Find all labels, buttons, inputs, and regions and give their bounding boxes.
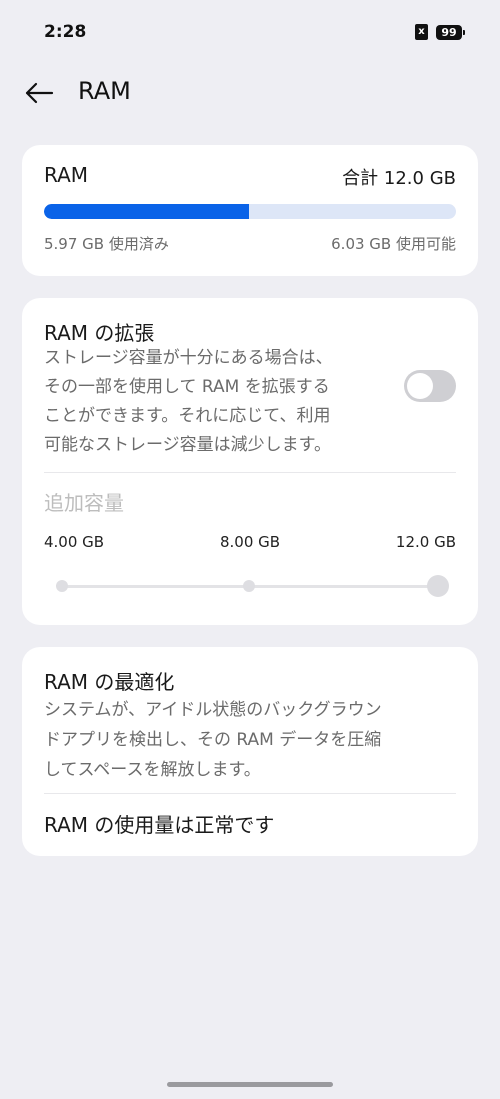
ram-available: 6.03 GB 使用可能 (331, 235, 456, 253)
description-line: システムが、アイドル状態のバックグラウン (44, 700, 382, 720)
ram-optimization-title: RAM の最適化 (44, 670, 175, 694)
toggle-knob (407, 373, 433, 399)
ram-used: 5.97 GB 使用済み (44, 235, 169, 253)
description-line: その一部を使用して RAM を拡張する (44, 377, 330, 397)
ram-title: RAM (44, 163, 89, 187)
ram-usage-card: RAM 合計 12.0 GB 5.97 GB 使用済み 6.03 GB 使用可能 (22, 145, 478, 276)
description-line: 可能なストレージ容量は減少します。 (44, 435, 331, 455)
status-time: 2:28 (44, 22, 87, 42)
back-button[interactable] (22, 76, 56, 110)
header: RAM (0, 68, 500, 118)
arrow-left-icon (25, 82, 54, 104)
status-bar: 2:28 x 99 (0, 0, 500, 66)
capacity-slider-stop (243, 580, 255, 592)
ram-total: 合計 12.0 GB (342, 168, 456, 189)
ram-expansion-card: RAM の拡張 ストレージ容量が十分にある場合は、 その一部を使用して RAM … (22, 298, 478, 625)
capacity-tick-8gb: 8.00 GB (220, 533, 281, 551)
page-title: RAM (78, 77, 131, 105)
ram-optimization-card: RAM の最適化 システムが、アイドル状態のバックグラウン ドアプリを検出し、そ… (22, 647, 478, 856)
added-capacity-label: 追加容量 (44, 491, 124, 515)
home-indicator[interactable] (167, 1082, 333, 1087)
description-line: ストレージ容量が十分にある場合は、 (44, 348, 333, 368)
divider (44, 793, 456, 794)
battery-icon: 99 (436, 24, 465, 40)
ram-expansion-title: RAM の拡張 (44, 321, 155, 345)
description-line: ことができます。それに応じて、利用 (44, 406, 331, 426)
capacity-tick-12gb: 12.0 GB (395, 533, 456, 551)
divider (44, 472, 456, 473)
ram-expansion-toggle[interactable] (404, 370, 456, 402)
capacity-tick-4gb: 4.00 GB (44, 533, 105, 551)
ram-usage-status: RAM の使用量は正常です (44, 813, 275, 837)
description-line: してスペースを解放します。 (44, 760, 261, 780)
description-line: ドアプリを検出し、その RAM データを圧縮 (44, 730, 382, 750)
ram-usage-bar (44, 204, 456, 219)
capacity-slider-thumb[interactable] (427, 575, 449, 597)
ram-expansion-description: ストレージ容量が十分にある場合は、 その一部を使用して RAM を拡張する こと… (44, 344, 384, 460)
status-icons: x 99 (415, 24, 465, 40)
sim-x-icon: x (415, 24, 428, 40)
ram-usage-bar-fill (44, 204, 249, 219)
capacity-slider-stop (56, 580, 68, 592)
ram-optimization-description: システムが、アイドル状態のバックグラウン ドアプリを検出し、その RAM データ… (44, 695, 454, 785)
